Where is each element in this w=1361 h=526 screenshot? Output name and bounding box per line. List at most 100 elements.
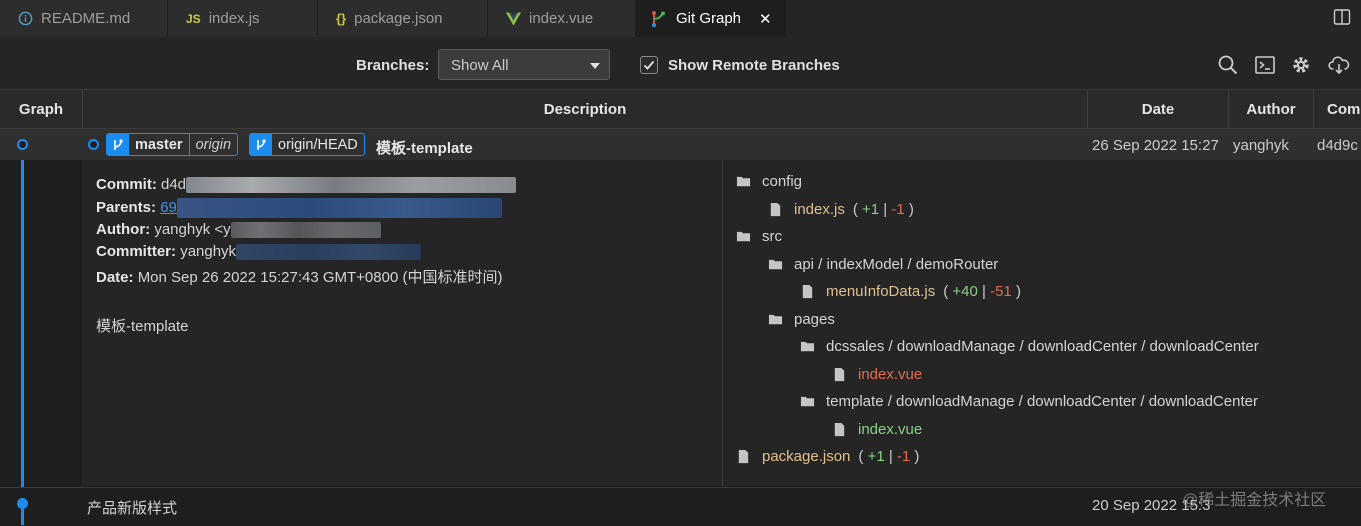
file-diff-stats: ( +1 | -1 ) — [852, 201, 914, 218]
vue-icon — [506, 11, 521, 26]
tab-label: index.vue — [529, 10, 594, 27]
branch-label-master[interactable]: master origin — [106, 133, 239, 156]
column-header-date[interactable]: Date — [1088, 90, 1228, 128]
branch-icon — [250, 134, 272, 155]
commit-date: 26 Sep 2022 15:27 — [1092, 137, 1219, 154]
chevron-down-icon — [590, 63, 600, 69]
file-name: index.vue — [858, 366, 923, 383]
detail-commit: Commit: d4d — [96, 176, 517, 194]
folder-icon — [768, 259, 783, 270]
folder-label: api / indexModel / demoRouter — [794, 256, 999, 273]
tree-file-index-js[interactable]: index.js ( +1 | -1 ) — [768, 201, 914, 218]
branch-name: master — [135, 136, 183, 153]
tree-file-dcssales-index-vue[interactable]: index.vue — [832, 366, 922, 383]
tree-file-menuinfodata[interactable]: menuInfoData.js ( +40 | -51 ) — [800, 283, 1021, 300]
commit-table-header: Graph Description Date Author Com — [0, 90, 1361, 129]
js-icon: JS — [186, 11, 201, 26]
file-icon — [738, 449, 749, 464]
split-editor-icon[interactable] — [1333, 8, 1351, 26]
commit-author: yanghyk — [1233, 137, 1289, 154]
detail-value: Mon Sep 26 2022 15:27:43 GMT+0800 (中国标准时… — [137, 269, 503, 286]
column-header-description[interactable]: Description — [83, 90, 1087, 128]
tree-folder-src[interactable]: src — [736, 228, 782, 245]
head-indicator — [88, 139, 99, 150]
detail-label: Parents: — [96, 198, 157, 216]
folder-label: src — [762, 228, 782, 245]
column-header-commit[interactable]: Com — [1314, 90, 1361, 128]
file-name: index.js — [794, 201, 845, 218]
detail-value: d4d — [161, 176, 187, 193]
detail-committer: Committer: yanghyk — [96, 243, 422, 261]
tab-index-vue[interactable]: index.vue — [488, 0, 636, 37]
tree-folder-template[interactable]: template / downloadManage / downloadCent… — [800, 393, 1258, 410]
branch-icon — [107, 134, 129, 155]
tab-package-json[interactable]: {} package.json — [318, 0, 488, 37]
graph-commit-node[interactable] — [17, 139, 28, 150]
file-diff-stats: ( +1 | -1 ) — [858, 448, 920, 465]
detail-date: Date: Mon Sep 26 2022 15:27:43 GMT+0800 … — [96, 266, 502, 287]
folder-label: template / downloadManage / downloadCent… — [826, 393, 1258, 410]
tree-file-template-index-vue[interactable]: index.vue — [832, 421, 922, 438]
branch-name: origin/HEAD — [278, 136, 358, 153]
detail-value: yanghyk <y — [154, 221, 231, 238]
watermark-text: @稀土掘金技术社区 — [1182, 492, 1327, 509]
tab-label: README.md — [41, 10, 131, 27]
search-icon[interactable] — [1217, 54, 1239, 76]
deletions-count: -1 — [891, 201, 905, 218]
graph-branch-line — [21, 143, 24, 506]
git-graph-toolbar: Branches: Show All Show Remote Branches — [0, 37, 1361, 90]
deletions-count: -1 — [896, 448, 911, 465]
parent-commit-link[interactable]: 69 — [160, 199, 177, 216]
branch-remote-name[interactable]: origin — [188, 134, 237, 155]
detail-label: Author: — [96, 221, 151, 238]
commit-row-selected[interactable]: master origin origin/HEAD 模板-template 26… — [0, 129, 1361, 160]
detail-label: Commit: — [96, 176, 157, 193]
tab-readme[interactable]: README.md — [0, 0, 168, 37]
folder-label: pages — [794, 311, 835, 328]
file-icon — [834, 367, 845, 382]
folder-label: dcssales / downloadManage / downloadCent… — [826, 338, 1259, 355]
file-icon — [802, 284, 813, 299]
branch-label-origin-head[interactable]: origin/HEAD — [249, 133, 365, 156]
additions-count: +1 — [867, 448, 885, 465]
details-divider[interactable] — [722, 160, 723, 486]
folder-label: config — [762, 173, 803, 190]
tab-git-graph[interactable]: Git Graph ✕ — [636, 0, 786, 37]
terminal-icon[interactable] — [1254, 54, 1276, 76]
column-header-graph[interactable]: Graph — [0, 90, 82, 128]
commit-row[interactable]: 产品新版样式 20 Sep 2022 15:3 — [0, 487, 1361, 526]
commit-hash: d4d9c — [1317, 137, 1358, 154]
tree-folder-api[interactable]: api / indexModel / demoRouter — [768, 256, 998, 273]
cloud-download-icon[interactable] — [1328, 54, 1350, 76]
redacted-block — [236, 244, 422, 261]
tree-file-package-json[interactable]: package.json ( +1 | -1 ) — [736, 448, 919, 465]
tab-index-js[interactable]: JS index.js — [168, 0, 318, 37]
graph-branch-line — [21, 498, 24, 525]
detail-parents: Parents: 69 — [96, 198, 502, 218]
redacted-block — [176, 198, 502, 218]
deletions-count: -51 — [990, 283, 1012, 300]
tree-folder-config[interactable]: config — [736, 173, 802, 190]
commit-message: 模板-template — [376, 140, 473, 157]
close-icon[interactable]: ✕ — [759, 10, 772, 28]
file-icon — [770, 202, 781, 217]
tree-folder-pages[interactable]: pages — [768, 311, 835, 328]
additions-count: +1 — [862, 201, 880, 218]
branches-dropdown[interactable]: Show All — [438, 49, 610, 80]
gear-icon[interactable] — [1290, 54, 1312, 76]
folder-icon — [736, 231, 751, 242]
tab-label: package.json — [354, 10, 443, 27]
commit-message: 产品新版样式 — [87, 500, 178, 517]
show-remote-branches-checkbox[interactable] — [640, 56, 658, 74]
file-icon — [834, 422, 845, 437]
additions-count: +40 — [952, 283, 978, 300]
tab-label: Git Graph — [676, 10, 742, 27]
file-name: index.vue — [858, 421, 923, 438]
redacted-block — [230, 222, 381, 239]
file-name: menuInfoData.js — [826, 283, 936, 300]
column-header-author[interactable]: Author — [1229, 90, 1313, 128]
file-name: package.json — [762, 448, 851, 465]
branches-label: Branches: — [356, 57, 430, 74]
tree-folder-dcssales[interactable]: dcssales / downloadManage / downloadCent… — [800, 338, 1259, 355]
folder-icon — [736, 176, 751, 187]
